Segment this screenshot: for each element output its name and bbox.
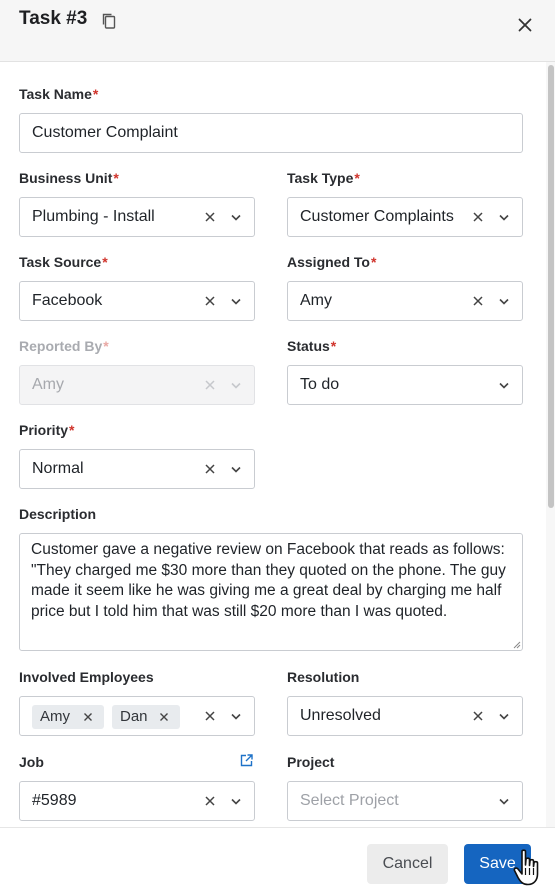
modal-title: Task #3 <box>19 8 88 29</box>
business-unit-label: Business Unit* <box>19 170 119 186</box>
clear-icon[interactable] <box>204 211 216 223</box>
required-marker: * <box>370 254 377 270</box>
remove-chip-icon[interactable] <box>159 712 169 722</box>
task-source-label: Task Source* <box>19 254 108 270</box>
task-type-label: Task Type* <box>287 170 360 186</box>
involved-employees-label: Involved Employees <box>19 669 154 685</box>
modal-footer: Cancel Save <box>0 827 555 894</box>
scrollbar[interactable] <box>546 62 555 827</box>
business-unit-value: Plumbing - Install <box>32 208 155 225</box>
description-textarea[interactable]: Customer gave a negative review on Faceb… <box>19 533 523 651</box>
priority-select[interactable]: Normal <box>19 449 255 489</box>
chevron-down-icon[interactable] <box>498 797 510 806</box>
chevron-down-icon[interactable] <box>230 213 242 222</box>
priority-value: Normal <box>32 460 84 477</box>
task-source-value: Facebook <box>32 292 103 309</box>
job-select[interactable]: #5989 <box>19 781 255 821</box>
business-unit-select[interactable]: Plumbing - Install <box>19 197 255 237</box>
employee-chip: Amy <box>32 705 104 729</box>
task-name-input[interactable]: Customer Complaint <box>19 113 523 153</box>
resolution-label: Resolution <box>287 669 360 685</box>
assigned-to-value: Amy <box>300 292 332 309</box>
chevron-down-icon[interactable] <box>498 712 510 721</box>
clear-icon[interactable] <box>472 710 484 722</box>
project-label: Project <box>287 754 335 770</box>
status-label: Status* <box>287 338 337 354</box>
close-icon[interactable] <box>515 15 535 35</box>
resolution-value: Unresolved <box>300 707 381 724</box>
employee-chip: Dan <box>112 705 180 729</box>
required-marker: * <box>69 422 75 438</box>
required-marker: * <box>354 170 360 186</box>
project-select[interactable]: Select Project <box>287 781 523 821</box>
cancel-button[interactable]: Cancel <box>367 844 448 884</box>
clear-icon[interactable] <box>204 463 216 475</box>
clear-icon[interactable] <box>204 795 216 807</box>
chevron-down-icon[interactable] <box>498 213 510 222</box>
task-source-select[interactable]: Facebook <box>19 281 255 321</box>
resize-grip-icon[interactable] <box>512 640 521 649</box>
description-label: Description <box>19 506 97 522</box>
required-marker: * <box>113 170 119 186</box>
reported-by-value: Amy <box>32 376 64 393</box>
involved-employees-multiselect[interactable]: Amy Dan <box>19 696 255 736</box>
remove-chip-icon[interactable] <box>83 712 93 722</box>
form-body[interactable]: Task Name* Customer Complaint Business U… <box>0 62 545 827</box>
clear-icon[interactable] <box>204 295 216 307</box>
copy-icon[interactable] <box>101 12 117 30</box>
external-link-icon[interactable] <box>240 754 253 767</box>
job-value: #5989 <box>32 792 77 809</box>
required-marker: * <box>330 338 337 354</box>
clear-icon[interactable] <box>472 211 484 223</box>
status-value: To do <box>300 376 340 393</box>
description-text: Customer gave a negative review on Faceb… <box>31 541 506 620</box>
chip-label: Dan <box>120 708 148 725</box>
chevron-down-icon[interactable] <box>230 712 242 721</box>
chevron-down-icon[interactable] <box>230 465 242 474</box>
job-label: Job <box>19 754 44 770</box>
hand-pointer-cursor <box>513 849 539 886</box>
chevron-down-icon[interactable] <box>230 797 242 806</box>
assigned-to-label: Assigned To* <box>287 254 377 270</box>
chevron-down-icon[interactable] <box>498 297 510 306</box>
reported-by-label: Reported By* <box>19 338 109 354</box>
task-name-label: Task Name* <box>19 86 99 102</box>
project-placeholder: Select Project <box>300 792 399 809</box>
assigned-to-select[interactable]: Amy <box>287 281 523 321</box>
task-type-value: Customer Complaints <box>300 208 454 225</box>
task-name-value: Customer Complaint <box>32 124 178 141</box>
priority-label: Priority* <box>19 422 75 438</box>
clear-icon <box>205 380 215 390</box>
chevron-down-icon[interactable] <box>498 381 510 390</box>
chevron-down-icon <box>231 382 241 389</box>
status-select[interactable]: To do <box>287 365 523 405</box>
clear-icon[interactable] <box>472 295 484 307</box>
required-marker: * <box>102 254 108 270</box>
modal-header: Task #3 <box>0 0 555 62</box>
scrollbar-thumb[interactable] <box>548 65 554 508</box>
chip-label: Amy <box>40 708 70 725</box>
required-marker: * <box>92 86 99 102</box>
task-type-select[interactable]: Customer Complaints <box>287 197 523 237</box>
clear-icon[interactable] <box>204 710 216 722</box>
required-marker: * <box>103 338 109 354</box>
resolution-select[interactable]: Unresolved <box>287 696 523 736</box>
reported-by-select: Amy <box>19 365 255 405</box>
chevron-down-icon[interactable] <box>230 297 242 306</box>
